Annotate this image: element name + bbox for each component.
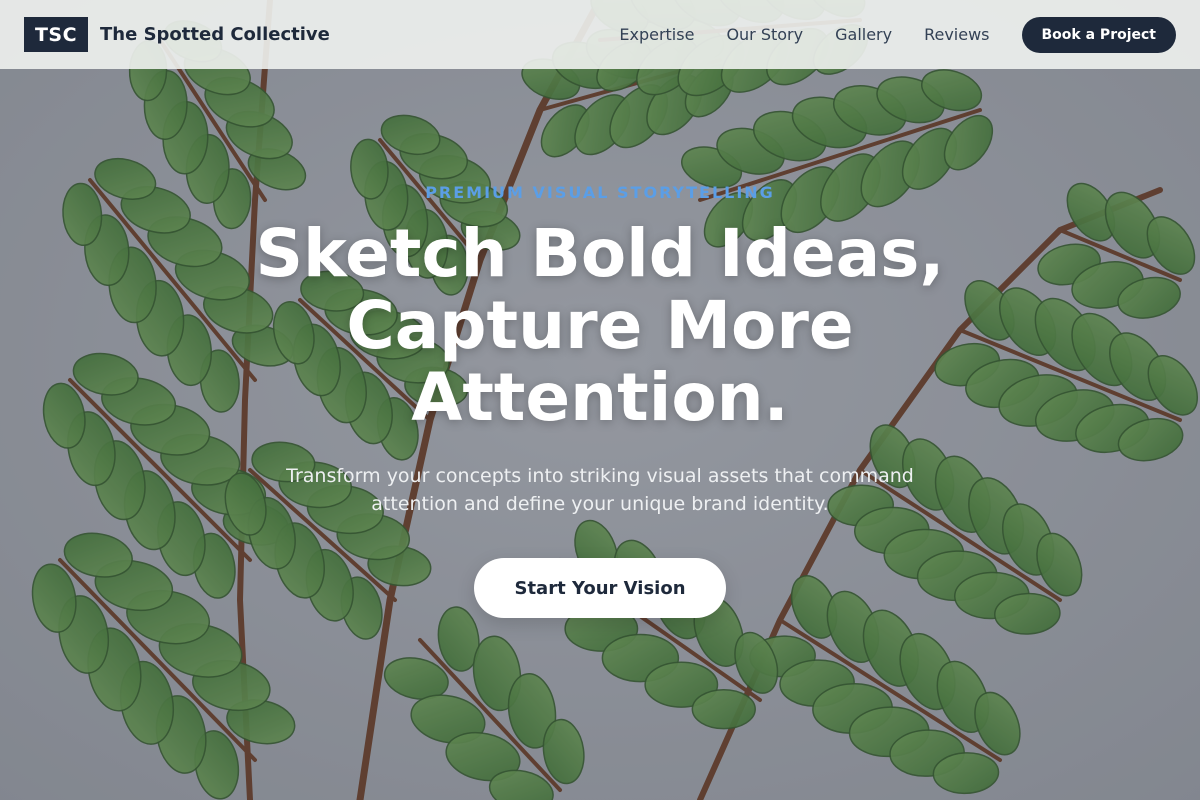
hero-title-line-1: Sketch Bold Ideas, xyxy=(255,215,945,292)
book-project-button[interactable]: Book a Project xyxy=(1021,16,1176,53)
nav-link-gallery[interactable]: Gallery xyxy=(835,25,892,44)
start-vision-button[interactable]: Start Your Vision xyxy=(474,558,726,618)
hero-eyebrow: PREMIUM VISUAL STORYTELLING xyxy=(425,183,775,202)
landing-page: TSC The Spotted Collective Expertise Our… xyxy=(0,0,1200,800)
hero-title: Sketch Bold Ideas, Capture More Attentio… xyxy=(150,218,1050,434)
nav-link-expertise[interactable]: Expertise xyxy=(619,25,694,44)
hero-subtitle: Transform your concepts into striking vi… xyxy=(286,465,914,515)
hero-title-line-2: Capture More xyxy=(346,287,854,364)
main-nav: Expertise Our Story Gallery Reviews xyxy=(619,25,989,44)
logo-mark[interactable]: TSC xyxy=(24,17,88,52)
nav-link-our-story[interactable]: Our Story xyxy=(726,25,803,44)
brand-name[interactable]: The Spotted Collective xyxy=(100,24,330,45)
hero-title-line-3: Attention. xyxy=(411,359,789,436)
site-header: TSC The Spotted Collective Expertise Our… xyxy=(0,0,1200,69)
nav-link-reviews[interactable]: Reviews xyxy=(924,25,989,44)
